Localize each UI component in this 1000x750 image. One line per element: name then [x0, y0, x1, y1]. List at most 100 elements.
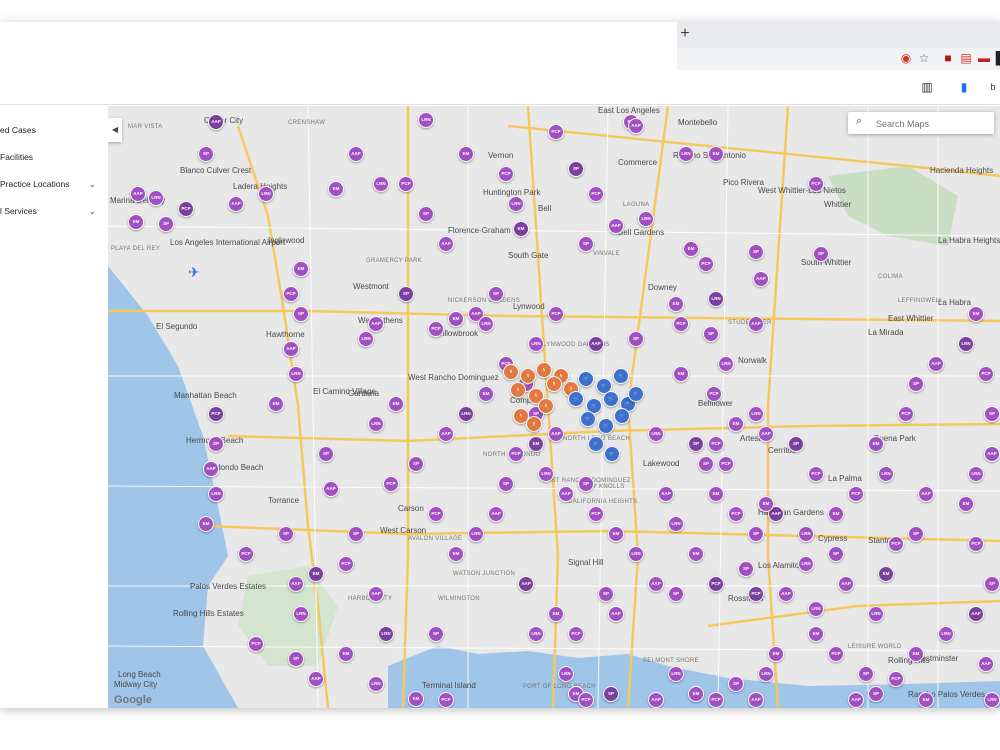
- provider-pin[interactable]: LRN: [748, 406, 764, 422]
- provider-pin[interactable]: AAP: [548, 426, 564, 442]
- provider-pin[interactable]: PCP: [718, 456, 734, 472]
- provider-pin[interactable]: LRN: [538, 466, 554, 482]
- provider-pin[interactable]: PCP: [706, 386, 722, 402]
- search-box[interactable]: ⌕: [848, 112, 994, 134]
- provider-pin[interactable]: PCP: [808, 176, 824, 192]
- provider-pin[interactable]: AAP: [758, 426, 774, 442]
- provider-pin[interactable]: EM: [688, 686, 704, 702]
- provider-pin[interactable]: PCP: [708, 436, 724, 452]
- clinic-pin[interactable]: ⚕: [503, 364, 519, 380]
- provider-pin[interactable]: EM: [128, 214, 144, 230]
- pharmacy-pin[interactable]: 🛒: [613, 368, 629, 384]
- provider-pin[interactable]: PCP: [708, 576, 724, 592]
- provider-pin[interactable]: SP: [984, 406, 1000, 422]
- provider-pin[interactable]: LRN: [798, 526, 814, 542]
- provider-pin[interactable]: SP: [408, 456, 424, 472]
- provider-pin[interactable]: AAP: [848, 692, 864, 708]
- provider-pin[interactable]: PCP: [888, 671, 904, 687]
- provider-pin[interactable]: EM: [528, 436, 544, 452]
- provider-pin[interactable]: PCP: [708, 692, 724, 708]
- profile-initial[interactable]: b: [984, 78, 1000, 96]
- provider-pin[interactable]: AAP: [748, 692, 764, 708]
- provider-pin[interactable]: PCP: [438, 692, 454, 708]
- provider-pin[interactable]: AAP: [648, 576, 664, 592]
- provider-pin[interactable]: AAP: [753, 271, 769, 287]
- new-tab-button[interactable]: +: [678, 25, 692, 43]
- provider-pin[interactable]: SP: [728, 676, 744, 692]
- provider-pin[interactable]: EM: [458, 146, 474, 162]
- provider-pin[interactable]: SP: [198, 146, 214, 162]
- provider-pin[interactable]: EM: [608, 526, 624, 542]
- provider-pin[interactable]: AAP: [558, 486, 574, 502]
- provider-pin[interactable]: EM: [688, 546, 704, 562]
- provider-pin[interactable]: SP: [738, 561, 754, 577]
- provider-pin[interactable]: LRN: [208, 486, 224, 502]
- provider-pin[interactable]: EM: [768, 646, 784, 662]
- provider-pin[interactable]: EM: [918, 692, 934, 708]
- provider-pin[interactable]: SP: [318, 446, 334, 462]
- bar-chart-icon[interactable]: ▥: [918, 78, 936, 96]
- pharmacy-pin[interactable]: 🛒: [604, 446, 620, 462]
- provider-pin[interactable]: SP: [598, 586, 614, 602]
- provider-pin[interactable]: AAP: [984, 446, 1000, 462]
- provider-pin[interactable]: LRN: [958, 336, 974, 352]
- map-icon[interactable]: ▮: [955, 78, 973, 96]
- provider-pin[interactable]: PCP: [968, 536, 984, 552]
- provider-pin[interactable]: AAP: [308, 671, 324, 687]
- provider-pin[interactable]: PCP: [828, 646, 844, 662]
- provider-pin[interactable]: EM: [683, 241, 699, 257]
- provider-pin[interactable]: EM: [478, 386, 494, 402]
- provider-pin[interactable]: EM: [673, 366, 689, 382]
- provider-pin[interactable]: SP: [418, 206, 434, 222]
- provider-pin[interactable]: PCP: [398, 176, 414, 192]
- provider-pin[interactable]: SP: [293, 306, 309, 322]
- provider-pin[interactable]: LRN: [558, 666, 574, 682]
- sidebar-item-facilities[interactable]: Facilities: [0, 147, 104, 167]
- provider-pin[interactable]: EM: [448, 546, 464, 562]
- provider-pin[interactable]: LRN: [708, 291, 724, 307]
- provider-pin[interactable]: LRN: [368, 416, 384, 432]
- provider-pin[interactable]: AAP: [748, 316, 764, 332]
- clinic-pin[interactable]: ⚕: [536, 362, 552, 378]
- provider-pin[interactable]: LRN: [378, 626, 394, 642]
- provider-pin[interactable]: PCP: [208, 406, 224, 422]
- provider-pin[interactable]: EM: [293, 261, 309, 277]
- provider-pin[interactable]: LRN: [878, 466, 894, 482]
- provider-pin[interactable]: AAP: [838, 576, 854, 592]
- clinic-pin[interactable]: ⚕: [520, 368, 536, 384]
- provider-pin[interactable]: LRN: [628, 546, 644, 562]
- provider-pin[interactable]: LRN: [478, 316, 494, 332]
- provider-pin[interactable]: PCP: [238, 546, 254, 562]
- provider-pin[interactable]: SP: [858, 666, 874, 682]
- airport-icon[interactable]: ✈: [188, 264, 200, 281]
- provider-pin[interactable]: AAP: [323, 481, 339, 497]
- provider-pin[interactable]: EM: [808, 626, 824, 642]
- clinic-pin[interactable]: ⚕: [546, 376, 562, 392]
- provider-pin[interactable]: LRN: [968, 466, 984, 482]
- provider-pin[interactable]: AAP: [283, 341, 299, 357]
- provider-pin[interactable]: SP: [278, 526, 294, 542]
- provider-pin[interactable]: SP: [158, 216, 174, 232]
- provider-pin[interactable]: LRN: [758, 666, 774, 682]
- provider-pin[interactable]: PCP: [283, 286, 299, 302]
- provider-pin[interactable]: LRN: [678, 146, 694, 162]
- provider-pin[interactable]: EM: [878, 566, 894, 582]
- sidebar-item-practice-locations[interactable]: Practice Locations ⌄: [0, 174, 104, 194]
- provider-pin[interactable]: LRN: [293, 606, 309, 622]
- provider-pin[interactable]: AAP: [438, 236, 454, 252]
- extension-list-icon[interactable]: ▤: [959, 51, 973, 65]
- provider-pin[interactable]: EM: [448, 311, 464, 327]
- provider-pin[interactable]: PCP: [748, 586, 764, 602]
- provider-pin[interactable]: PCP: [428, 506, 444, 522]
- provider-pin[interactable]: LRN: [808, 601, 824, 617]
- provider-pin[interactable]: SP: [788, 436, 804, 452]
- provider-pin[interactable]: PCP: [383, 476, 399, 492]
- provider-pin[interactable]: SP: [498, 476, 514, 492]
- provider-pin[interactable]: LRN: [668, 666, 684, 682]
- pharmacy-pin[interactable]: 🛒: [588, 436, 604, 452]
- provider-pin[interactable]: AAP: [368, 586, 384, 602]
- collapse-sidebar-button[interactable]: ◀: [108, 118, 122, 142]
- provider-pin[interactable]: SP: [828, 546, 844, 562]
- extension-shield-icon[interactable]: ■: [941, 51, 955, 65]
- provider-pin[interactable]: EM: [828, 506, 844, 522]
